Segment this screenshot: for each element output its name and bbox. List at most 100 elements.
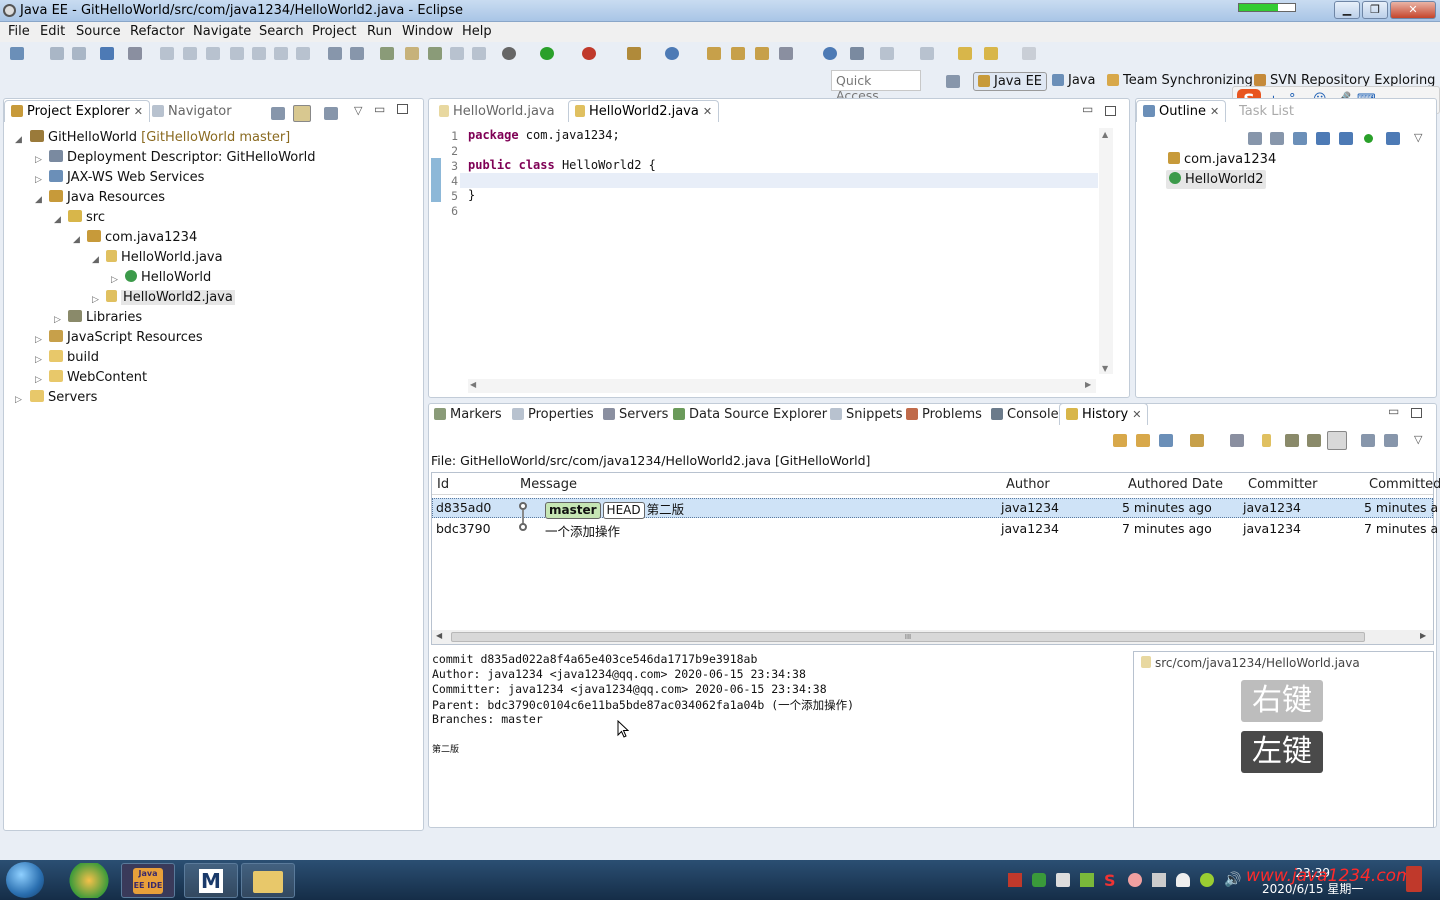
back-icon[interactable] [984,47,998,60]
all-branches-icon[interactable] [1384,434,1398,447]
menu-run[interactable]: Run [367,24,392,39]
link-with-editor-icon[interactable] [293,105,311,122]
tray-network-icon[interactable] [1152,873,1166,887]
column-header-authored-date[interactable]: Authored Date [1128,477,1223,492]
tree-webcontent[interactable]: WebContent [49,370,147,385]
taskbar-app-eclipse[interactable]: Java EE IDE [121,863,175,898]
collapsed-arrow-icon[interactable]: ▷ [15,395,22,405]
tray-shield-icon[interactable] [1032,873,1046,887]
terminate-icon[interactable] [206,47,220,60]
open-task-icon[interactable] [428,47,442,60]
hide-local-types-icon[interactable] [1386,132,1400,145]
tab-servers[interactable]: Servers [597,404,674,425]
column-header-message[interactable]: Message [520,477,577,492]
sort-icon[interactable] [1293,132,1307,145]
taskbar-app-media[interactable]: M [184,863,238,898]
tree-servers[interactable]: Servers [30,390,97,405]
close-button[interactable]: ✕ [1390,1,1436,19]
branch-badge-head[interactable]: HEAD [602,502,645,519]
collapsed-arrow-icon[interactable]: ▷ [35,155,42,165]
search-folder-icon[interactable] [755,47,769,60]
tab-history[interactable]: History ✕ [1059,403,1149,425]
skip-breakpoints-icon[interactable] [128,47,142,60]
show-folder-icon[interactable] [1285,434,1299,447]
new-server-icon[interactable] [627,47,641,60]
collapsed-arrow-icon[interactable]: ▷ [92,295,99,305]
tray-sogou-icon[interactable]: S [1104,871,1116,890]
menu-edit[interactable]: Edit [40,24,65,39]
step-return-icon[interactable] [296,47,310,60]
print-icon[interactable] [100,47,114,60]
collapsed-arrow-icon[interactable]: ▷ [35,375,42,385]
show-resource-icon[interactable] [1262,434,1271,447]
code-line-5[interactable]: } [468,188,475,202]
column-header-committed[interactable]: Committed [1369,477,1440,492]
minimize-button[interactable]: ▁ [1334,1,1360,19]
collapsed-arrow-icon[interactable]: ▷ [111,275,118,285]
scroll-up-icon[interactable]: ▲ [1102,130,1108,139]
tab-task-list[interactable]: Task List [1233,101,1300,122]
open-perspective-icon[interactable] [946,75,960,88]
debug-icon[interactable] [502,47,516,60]
external-tools-icon[interactable] [582,47,596,60]
toggle-icon[interactable] [350,47,364,60]
menu-help[interactable]: Help [462,24,492,39]
web-browser-icon[interactable] [823,47,837,60]
open-task2-icon[interactable] [731,47,745,60]
open-type-icon[interactable] [707,47,721,60]
tab-project-explorer[interactable]: Project Explorer ✕ [4,100,150,122]
column-header-committer[interactable]: Committer [1248,477,1318,492]
outline-toolbar-icon[interactable] [1248,132,1262,145]
tree-package[interactable]: com.java1234 [87,230,197,245]
scroll-right-icon[interactable]: ▶ [1420,631,1426,640]
show-repository-icon[interactable] [1327,431,1347,450]
branch-badge-master[interactable]: master [545,502,601,519]
taskbar-app-browser[interactable] [62,863,116,898]
collapsed-arrow-icon[interactable]: ▷ [54,315,61,325]
tab-helloworld2-java[interactable]: HelloWorld2.java ✕ [568,100,720,122]
close-icon[interactable]: ✕ [134,105,143,118]
tab-properties[interactable]: Properties [506,404,600,425]
expand-arrow-icon[interactable]: ◢ [73,235,80,245]
perspective-java[interactable]: Java [1048,72,1099,89]
menu-source[interactable]: Source [76,24,121,39]
hide-fields-icon[interactable] [1316,132,1330,145]
pin-icon[interactable] [405,47,419,60]
tray-notification-icon[interactable] [1176,873,1190,887]
tab-markers[interactable]: Markers [428,404,508,425]
show-desktop-button[interactable] [1406,866,1422,892]
tab-snippets[interactable]: Snippets [824,404,908,425]
search-icon[interactable] [1230,434,1244,447]
scroll-down-icon[interactable]: ▼ [1102,364,1108,373]
save-all-icon[interactable] [72,47,86,60]
tree-file-helloworld2[interactable]: HelloWorld2.java [106,290,235,305]
refresh-icon[interactable] [1113,434,1127,447]
column-header-id[interactable]: Id [437,477,449,492]
maximize-view-icon[interactable] [1411,408,1422,418]
code-line-3[interactable]: public class HelloWorld2 { [468,158,656,172]
view-menu-icon[interactable]: ▽ [1414,131,1422,144]
editor-vertical-scrollbar[interactable] [1099,128,1113,374]
tab-problems[interactable]: Problems [900,404,988,425]
tab-helloworld-java[interactable]: HelloWorld.java [433,101,561,122]
tree-deployment-descriptor[interactable]: Deployment Descriptor: GitHelloWorld [49,150,315,165]
tab-console[interactable]: Console [985,404,1065,425]
collapsed-arrow-icon[interactable]: ▷ [35,175,42,185]
outline-item-package[interactable]: com.java1234 [1168,152,1276,167]
tray-nvidia-icon[interactable] [1080,873,1094,887]
suspend-icon[interactable] [183,47,197,60]
changed-file-item[interactable]: src/com/java1234/HelloWorld.java [1141,656,1360,670]
expand-arrow-icon[interactable]: ◢ [92,255,99,265]
menu-search[interactable]: Search [259,24,304,39]
outline-item-class[interactable]: HelloWorld2 [1166,170,1267,189]
tree-js-resources[interactable]: JavaScript Resources [49,330,203,345]
hide-static-icon[interactable] [1339,132,1353,145]
tray-flower-icon[interactable] [1128,873,1142,887]
forward-icon[interactable] [1022,47,1036,60]
expand-arrow-icon[interactable]: ◢ [15,135,22,145]
maximize-button[interactable]: ❐ [1362,1,1388,19]
menu-file[interactable]: File [8,24,30,39]
code-line-1[interactable]: package com.java1234; [468,128,620,142]
close-icon[interactable]: ✕ [1210,105,1219,118]
start-button[interactable] [6,862,44,898]
